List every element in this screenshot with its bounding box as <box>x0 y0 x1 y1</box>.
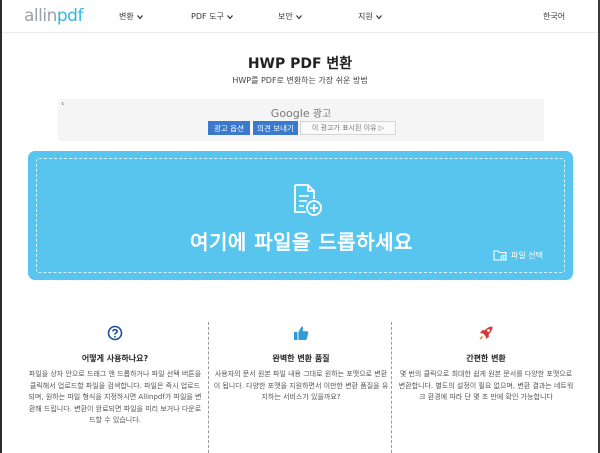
language-label: 한국어 <box>543 12 566 21</box>
chevron-down-icon <box>136 14 143 19</box>
nav-convert-label: 변환 <box>119 12 134 21</box>
chevron-down-icon <box>226 14 233 19</box>
nav-support[interactable]: 지원 <box>358 11 383 22</box>
add-file-icon <box>294 184 322 216</box>
language-selector[interactable]: 한국어 <box>543 11 565 22</box>
nav-convert[interactable]: 변환 <box>119 11 144 22</box>
ad-header: Google 광고 <box>58 105 544 120</box>
nav-pdf-tools[interactable]: PDF 도구 <box>191 11 234 22</box>
file-drop-zone[interactable]: 여기에 파일을 드롭하세요 파일 선택 <box>28 151 573 280</box>
folder-icon <box>493 250 507 261</box>
allinpdf-logo[interactable]: allinpdf <box>24 6 83 26</box>
logo-accent-text: pdf <box>56 6 84 26</box>
feature-how-to-use: 어떻게 사용하나요? 파일을 상자 안으로 드래그 앤 드롭하거나 파일 선택 … <box>25 322 205 453</box>
feature-description: 사용자의 문서 원본 파일 내용 그대로 원하는 포맷으로 변환이 됩니다. 다… <box>213 370 389 401</box>
chevron-down-icon <box>375 14 382 19</box>
question-circle-icon <box>107 325 123 341</box>
drop-zone-border: 여기에 파일을 드롭하세요 파일 선택 <box>36 158 565 273</box>
chevron-down-icon <box>295 14 302 19</box>
rocket-icon <box>479 326 493 340</box>
feature-title: 완벽한 변환 품질 <box>272 354 330 363</box>
nav-support-label: 지원 <box>358 12 373 21</box>
feature-title: 어떻게 사용하나요? <box>81 354 149 363</box>
select-file-button[interactable]: 파일 선택 <box>493 249 543 261</box>
drop-zone-text: 여기에 파일을 드롭하세요 <box>190 230 413 254</box>
google-logo-text: Google <box>270 107 310 120</box>
ad-why-label: 이 광고가 표시된 이유 ▷ <box>311 124 385 132</box>
select-file-label: 파일 선택 <box>511 250 543 260</box>
feature-divider <box>208 322 209 453</box>
nav-pdf-tools-label: PDF 도구 <box>191 12 224 21</box>
feature-divider <box>391 322 392 453</box>
logo-main-text: allin <box>24 6 57 26</box>
page-title: HWP PDF 변환 <box>247 56 353 72</box>
ad-feedback-button[interactable]: 의견 보내기 <box>253 121 298 135</box>
feature-description: 몇 번의 클릭으로 최대한 쉽게 원본 문서를 다양한 포맷으로 변환합니다. … <box>398 370 574 401</box>
feature-quality: 완벽한 변환 품질 사용자의 문서 원본 파일 내용 그대로 원하는 포맷으로 … <box>211 322 391 453</box>
feature-easy: 간편한 변환 몇 번의 클릭으로 최대한 쉽게 원본 문서를 다양한 포맷으로 … <box>396 322 576 453</box>
ad-why-button[interactable]: 이 광고가 표시된 이유 ▷ <box>300 121 396 135</box>
nav-security-label: 보안 <box>278 12 293 21</box>
feature-description: 파일을 상자 안으로 드래그 앤 드롭하거나 파일 선택 버튼을 클릭해서 업로… <box>28 370 202 424</box>
top-navbar: allinpdf 변환 PDF 도구 보안 지원 한국어 <box>2 0 598 33</box>
feature-title: 간편한 변환 <box>466 354 506 363</box>
page-subtitle: HWP를 PDF로 변환하는 가장 쉬운 방법 <box>232 76 368 85</box>
thumbs-up-icon <box>294 326 309 340</box>
ad-banner: ‹ Google 광고 광고 옵션 의견 보내기 이 광고가 표시된 이유 ▷ <box>58 99 544 141</box>
nav-security[interactable]: 보안 <box>278 11 303 22</box>
ad-label: 광고 <box>312 109 332 120</box>
ad-options-button[interactable]: 광고 옵션 <box>208 121 250 135</box>
